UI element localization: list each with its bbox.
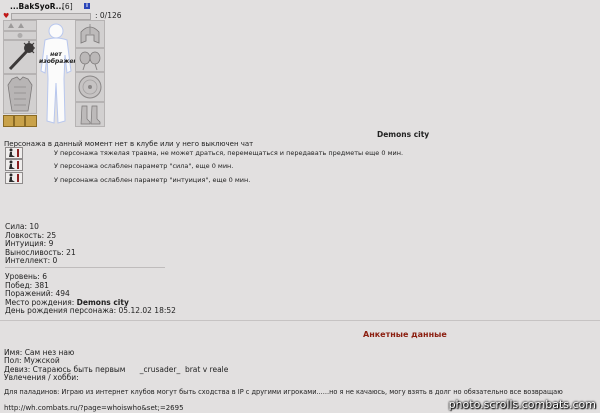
info-icon[interactable]: i [84,3,90,9]
injury-icon[interactable] [5,147,23,159]
profile-section-title: Анкетные данные [363,330,447,339]
section-divider [0,320,600,321]
weapon-slot[interactable] [3,40,37,74]
amulet-slot[interactable] [3,31,37,40]
injury-icon[interactable] [5,172,23,184]
helmet-slot[interactable] [75,20,105,48]
boots-slot[interactable] [75,102,105,127]
ring-slot-3[interactable] [25,115,37,127]
profile-url[interactable]: http://wh.combats.ru/?page=whoiswho&set;… [4,404,184,412]
profile-hobbies: Увлечения / хобби: [4,373,79,382]
effect-text: У персонажа ослаблен параметр "интуиция"… [54,176,251,184]
stat-intuition: Интуиция: 9 [5,239,54,248]
armor-slot[interactable] [3,74,37,114]
earring-slot[interactable] [3,20,37,31]
no-image-label: нет изображения [39,51,86,65]
ring-slots [3,115,37,127]
character-avatar: нет изображения [37,21,86,127]
profile-paladins: Для паладинов: Играю из интернет клубов … [4,388,563,396]
record-birthday: День рождения персонажа: 05.12.02 18:52 [5,306,176,315]
ring-slot-2[interactable] [14,115,25,127]
ring-slot-1[interactable] [3,115,14,127]
bracers-slot[interactable] [75,48,105,72]
character-nickname[interactable]: ...BakSyoR... [10,2,64,11]
city-title: Demons city [377,130,430,139]
effect-text: У персонажа тяжелая травма, не может дра… [54,149,404,157]
shield-slot[interactable] [75,72,105,102]
profile-gender: Пол: Мужской [4,356,60,365]
hp-bar [11,13,91,20]
stat-strength: Сила: 10 [5,222,39,231]
watermark: photo.scrolls.combats.com [448,398,596,411]
stat-intellect: Интеллект: 0 [5,256,58,265]
record-level: Уровень: 6 [5,272,47,281]
effect-text: У персонажа ослаблен параметр "сила", ещ… [54,162,234,170]
online-status: Персонажа в данный момент нет в клубе ил… [4,140,254,148]
record-losses: Поражений: 494 [5,289,70,298]
injury-icon[interactable] [5,159,23,171]
divider [5,267,165,268]
hp-text: : 0/126 [95,11,122,20]
heart-icon: ♥ [3,12,10,20]
character-level: [6] [62,2,73,11]
